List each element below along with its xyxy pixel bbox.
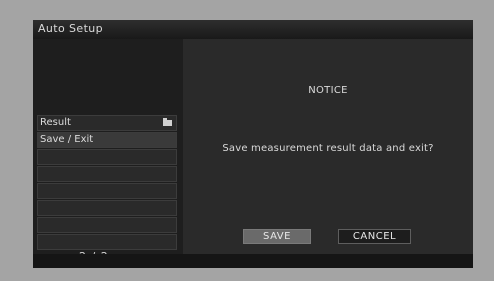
menu-item-empty (37, 166, 177, 182)
osd-screen: Auto Setup Result Save / Exit 2 / 2 NOTI… (33, 20, 473, 268)
save-button[interactable]: SAVE (243, 229, 311, 244)
menu-item-empty (37, 200, 177, 216)
menu-item-result[interactable]: Result (37, 115, 177, 131)
folder-icon (163, 118, 172, 126)
menu-item-empty (37, 217, 177, 233)
menu-list: Result Save / Exit (37, 115, 177, 251)
menu-item-empty (37, 183, 177, 199)
title-bar: Auto Setup (33, 20, 473, 39)
menu-item-label: Result (40, 117, 71, 128)
menu-item-save-exit[interactable]: Save / Exit (37, 132, 177, 148)
menu-item-empty (37, 149, 177, 165)
cancel-button[interactable]: CANCEL (338, 229, 411, 244)
menu-panel: Result Save / Exit 2 / 2 (33, 39, 183, 263)
dialog-message: Save measurement result data and exit? (222, 143, 434, 154)
bottom-bar (33, 254, 473, 268)
menu-item-label: Save / Exit (40, 134, 94, 145)
window-title: Auto Setup (38, 22, 104, 35)
notice-dialog: NOTICE Save measurement result data and … (183, 39, 473, 254)
menu-item-empty (37, 234, 177, 250)
dialog-title: NOTICE (308, 85, 348, 96)
